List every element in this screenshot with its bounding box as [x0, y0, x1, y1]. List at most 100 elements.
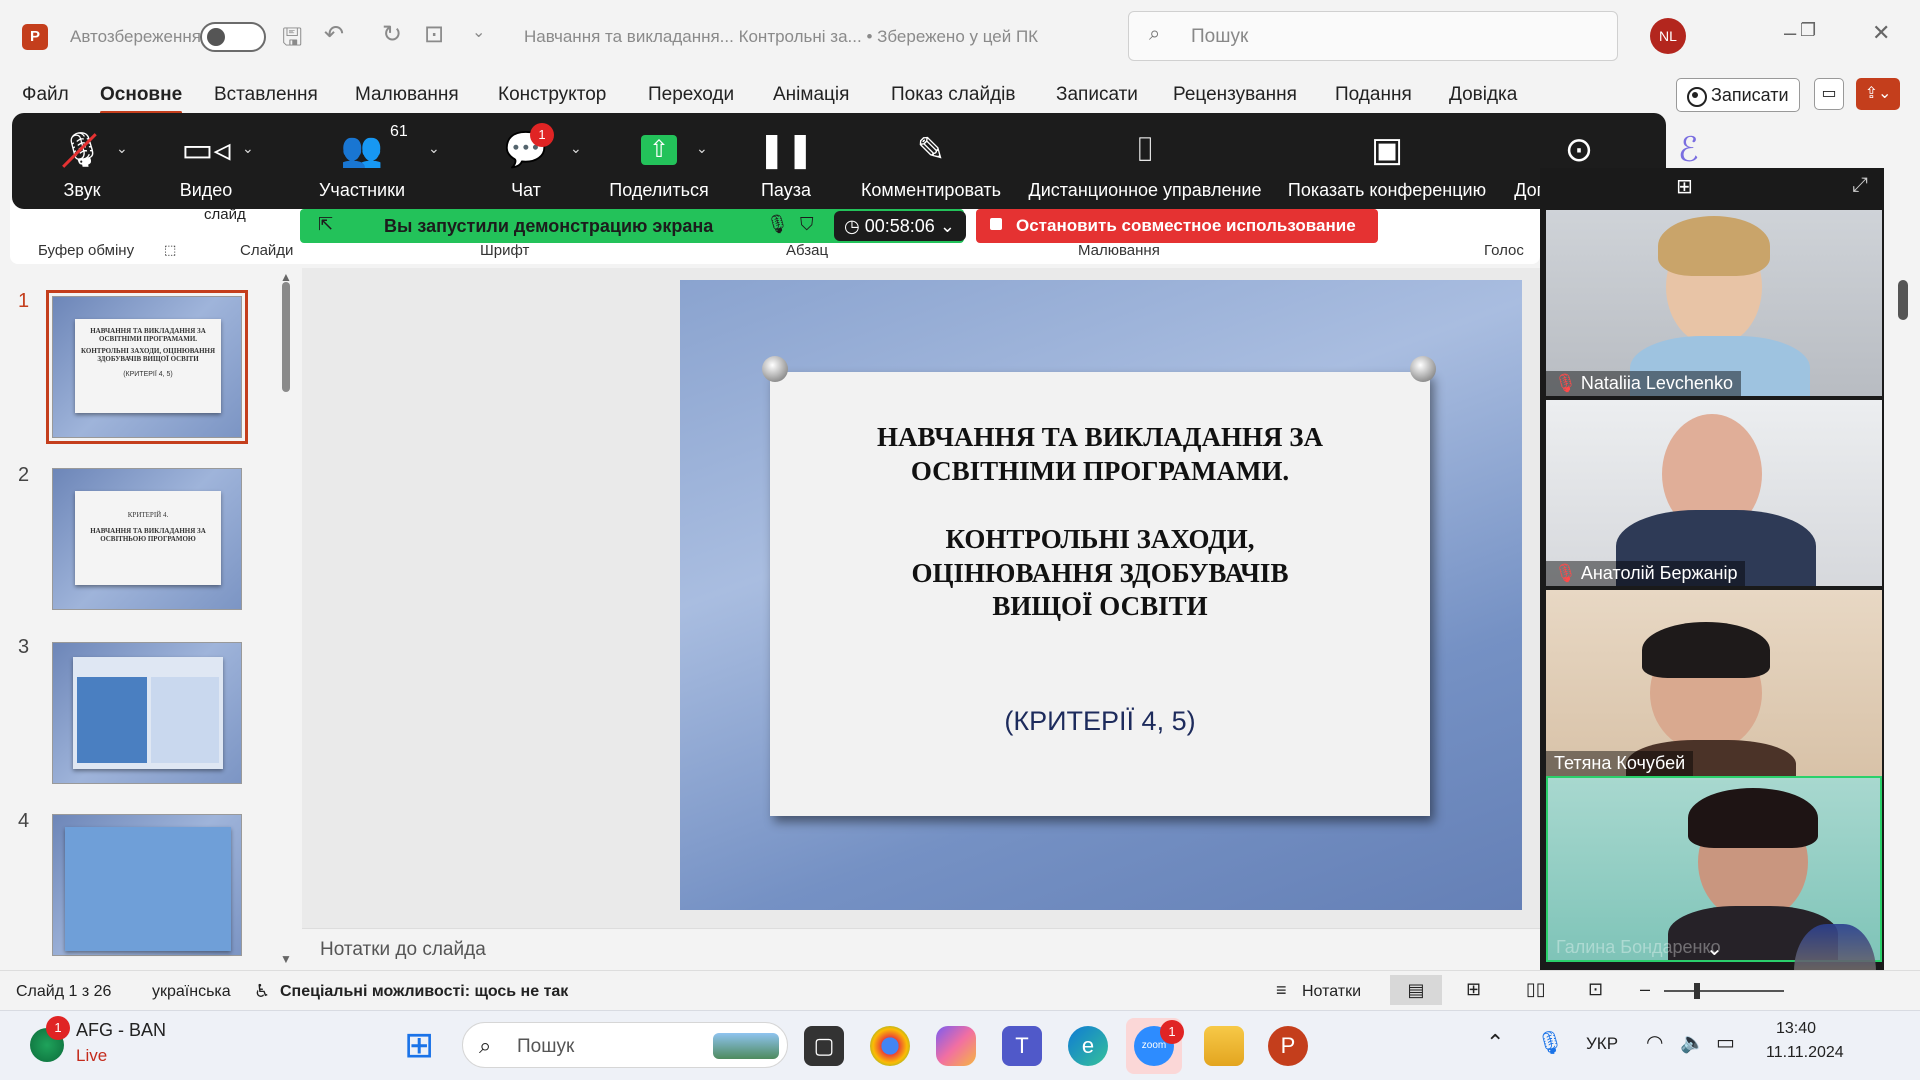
task-view-icon[interactable]: ▢ — [804, 1026, 844, 1066]
zoom-out-icon[interactable]: – — [1640, 979, 1650, 1000]
zoom-video-button[interactable]: ▭◃ Видео — [158, 113, 254, 209]
video-options-caret[interactable]: ⌄ — [242, 140, 254, 157]
menu-design[interactable]: Конструктор — [498, 84, 606, 106]
widget-title[interactable]: AFG - BAN — [76, 1020, 166, 1041]
gallery-grid-icon[interactable]: ⊞ — [1676, 174, 1693, 199]
menu-record[interactable]: Записати — [1056, 84, 1138, 106]
copilot-icon[interactable]: ℰ — [1678, 130, 1699, 170]
video-tile[interactable]: 🎙 Nataliia Levchenko — [1546, 210, 1882, 396]
menu-help[interactable]: Довідка — [1449, 84, 1517, 106]
slide-title-line-2[interactable]: ОСВІТНІМИ ПРОГРАМАМИ. — [770, 454, 1430, 488]
redo-icon[interactable]: ↻ — [382, 20, 402, 49]
accessibility-status[interactable]: Спеціальні можливості: щось не так — [280, 983, 568, 1001]
share-icon[interactable]: ⇪⌄ — [1856, 78, 1900, 110]
zoom-chat-button[interactable]: 💬 1 Чат — [486, 113, 566, 209]
timer-caret-icon: ⌄ — [939, 216, 955, 236]
file-explorer-icon[interactable] — [1204, 1026, 1244, 1066]
edge-icon[interactable]: e — [1068, 1026, 1108, 1066]
sharing-status-text: Вы запустили демонстрацию экрана — [384, 216, 714, 236]
chevron-up-icon[interactable]: ⌃ — [1486, 1030, 1504, 1056]
zoom-slider[interactable] — [1664, 990, 1784, 992]
microphone-icon[interactable]: 🎙 — [1536, 1030, 1564, 1056]
zoom-audio-button[interactable]: 🎙 Звук — [42, 113, 122, 209]
share-options-caret[interactable]: ⌄ — [696, 140, 708, 157]
zoom-slider-thumb[interactable] — [1694, 983, 1700, 999]
volume-icon[interactable]: 🔈 — [1680, 1030, 1705, 1055]
minimize-icon[interactable]: – — [1784, 20, 1796, 46]
chrome-icon[interactable] — [870, 1026, 910, 1066]
menu-draw[interactable]: Малювання — [355, 84, 459, 106]
notes-pane[interactable]: Нотатки до слайда — [302, 928, 1540, 970]
battery-icon[interactable]: ▭ — [1716, 1030, 1735, 1055]
zoom-annotate-button[interactable]: ✎ Комментировать — [856, 113, 1006, 209]
powerpoint-app-icon[interactable]: P — [1268, 1026, 1308, 1066]
slide-thumbnail-4[interactable] — [52, 814, 242, 956]
scroll-up-icon[interactable]: ▲ — [280, 270, 292, 284]
zoom-pause-button[interactable]: ❚❚ Пауза — [744, 113, 828, 209]
reading-view-icon[interactable]: ▯▯ — [1526, 979, 1546, 1000]
language-indicator[interactable]: українська — [152, 983, 231, 1001]
document-title[interactable]: Навчання та викладання... Контрольні за.… — [524, 27, 1038, 47]
share-screen-icon: ⇧ — [641, 135, 677, 165]
expand-icon[interactable]: ⤢ — [1852, 174, 1868, 197]
wifi-icon[interactable]: ◠ — [1646, 1030, 1663, 1055]
menu-animations[interactable]: Анімація — [773, 84, 849, 106]
chevron-down-icon[interactable]: ⌄ — [1706, 936, 1723, 960]
record-button[interactable]: Записати — [1676, 78, 1800, 112]
stop-sharing-button[interactable]: Остановить совместное использование — [976, 209, 1378, 243]
normal-view-icon[interactable]: ▤ — [1390, 975, 1442, 1005]
zoom-participants-button[interactable]: 👥 61 Участники — [302, 113, 422, 209]
present-icon[interactable]: ⊡ — [424, 20, 444, 49]
video-panel-scrollbar[interactable] — [1898, 280, 1908, 320]
zoom-remote-control-button[interactable]: ⌷ Дистанционное управление — [1020, 113, 1270, 209]
customize-qat-icon[interactable]: ⌄ — [472, 22, 485, 42]
menu-file[interactable]: Файл — [22, 84, 69, 106]
scroll-down-icon[interactable]: ▼ — [280, 952, 292, 966]
close-icon[interactable]: ✕ — [1872, 20, 1890, 46]
menu-home[interactable]: Основне — [100, 84, 183, 114]
restore-icon[interactable]: ❐ — [1800, 20, 1816, 41]
dialog-launcher-icon[interactable]: ⬚ — [164, 242, 176, 258]
copilot-app-icon[interactable] — [936, 1026, 976, 1066]
slide-thumbnail-2[interactable]: КРИТЕРІЙ 4. НАВЧАННЯ ТА ВИКЛАДАННЯ ЗА ОС… — [52, 468, 242, 610]
zoom-share-button[interactable]: ⇧ Поделиться — [604, 113, 714, 209]
chat-options-caret[interactable]: ⌄ — [570, 140, 582, 157]
menu-review[interactable]: Рецензування — [1173, 84, 1297, 106]
slide-thumbnail-3[interactable] — [52, 642, 242, 784]
drag-handle-icon[interactable]: ⇱ — [318, 214, 333, 235]
autosave-toggle[interactable] — [200, 22, 266, 52]
clock-time[interactable]: 13:40 — [1776, 1020, 1816, 1038]
slide-thumbnail-1[interactable]: НАВЧАННЯ ТА ВИКЛАДАННЯ ЗА ОСВІТНІМИ ПРОГ… — [46, 290, 248, 444]
slide-sorter-icon[interactable]: ⊞ — [1466, 979, 1481, 1000]
slide-title-line-1[interactable]: НАВЧАННЯ ТА ВИКЛАДАННЯ ЗА — [770, 420, 1430, 454]
thumb-subtitle: КОНТРОЛЬНІ ЗАХОДИ, ОЦІНЮВАННЯ ЗДОБУВАЧІВ… — [80, 347, 216, 363]
slide-subtitle[interactable]: (КРИТЕРІЇ 4, 5) — [770, 706, 1430, 737]
menu-insert[interactable]: Вставлення — [214, 84, 318, 106]
slide-title-line-5[interactable]: ВИЩОЇ ОСВІТИ — [770, 589, 1430, 623]
video-tile[interactable]: 🎙 Анатолій Бержанір — [1546, 400, 1882, 586]
search-box[interactable]: ⌕ Пошук — [1128, 11, 1618, 61]
keyboard-language[interactable]: УКР — [1586, 1034, 1618, 1054]
participants-options-caret[interactable]: ⌄ — [428, 140, 440, 157]
undo-icon[interactable]: ↶ — [324, 20, 344, 49]
comments-icon[interactable]: ▭ — [1814, 78, 1844, 110]
slide-title-line-3[interactable]: КОНТРОЛЬНІ ЗАХОДИ, — [770, 522, 1430, 556]
slide-title-line-4[interactable]: ОЦІНЮВАННЯ ЗДОБУВАЧІВ — [770, 556, 1430, 590]
menu-view[interactable]: Подання — [1335, 84, 1412, 106]
thumbnail-scrollbar[interactable] — [282, 282, 290, 392]
save-icon[interactable]: 🖫 — [282, 20, 302, 61]
taskbar-search[interactable]: ⌕ Пошук — [462, 1022, 788, 1068]
slideshow-view-icon[interactable]: ⊡ — [1588, 979, 1603, 1000]
menu-slideshow[interactable]: Показ слайдів — [891, 84, 1015, 106]
user-avatar[interactable]: NL — [1650, 18, 1686, 54]
windows-start-icon[interactable]: ⊞ — [404, 1024, 434, 1066]
teams-icon[interactable]: T — [1002, 1026, 1042, 1066]
clock-date[interactable]: 11.11.2024 — [1766, 1044, 1844, 1062]
notes-toggle[interactable]: Нотатки — [1302, 983, 1361, 1001]
menu-transitions[interactable]: Переходи — [648, 84, 734, 106]
meeting-timer[interactable]: ◷ 00:58:06 ⌄ — [834, 211, 966, 241]
mic-muted-icon: 🎙 — [60, 131, 103, 169]
audio-options-caret[interactable]: ⌄ — [116, 140, 128, 157]
video-tile[interactable]: Тетяна Кочубей — [1546, 590, 1882, 776]
zoom-show-meeting-button[interactable]: ▣ Показать конференцию — [1282, 113, 1492, 209]
